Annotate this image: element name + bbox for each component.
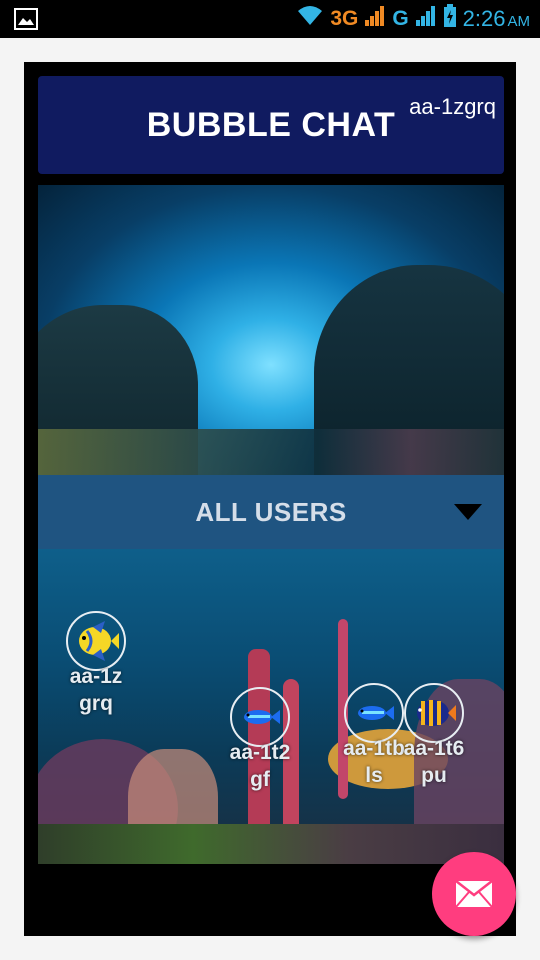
user-filter-selected: ALL USERS [195,497,347,527]
app-frame: BUBBLE CHAT aa-1zgrq ALL USERS aa-1zgrq … [24,62,516,936]
network-type-1: 3G [330,7,359,30]
compose-message-button[interactable] [432,852,516,936]
signal-icon-2 [415,5,437,33]
user-bubble-name: aa-1zgrq [69,665,123,715]
user-bubble-name: aa-1t2gf [229,741,291,791]
wifi-icon [296,5,324,33]
blue-fish-icon [230,687,290,747]
clock-ampm: AM [507,13,531,30]
user-bubble[interactable]: aa-1t6pu [394,683,474,789]
user-bubble-name: aa-1t6pu [403,737,465,787]
envelope-icon [455,880,493,908]
user-filter-dropdown[interactable]: ALL USERS [38,475,504,549]
clock: 2:26 AM [463,6,530,32]
status-bar: 3G G 2:26 AM [0,0,540,38]
striped-fish-icon [404,683,464,743]
user-bubble[interactable]: aa-1t2gf [220,687,300,793]
network-type-2: G [392,7,409,30]
clock-time: 2:26 [462,6,506,31]
underwater-banner-image [38,185,504,475]
signal-icon-1 [364,5,386,33]
battery-icon [443,4,457,34]
image-notification-icon [14,7,38,31]
user-bubble-area: aa-1zgrq aa-1t2gf aa-1tbls aa-1t6pu [38,549,504,864]
user-bubble[interactable]: aa-1zgrq [56,611,136,717]
angelfish-yellow-icon [66,611,126,671]
app-header: BUBBLE CHAT aa-1zgrq [38,76,504,174]
current-user-id: aa-1zgrq [409,94,496,119]
dropdown-arrow-icon [454,504,482,520]
